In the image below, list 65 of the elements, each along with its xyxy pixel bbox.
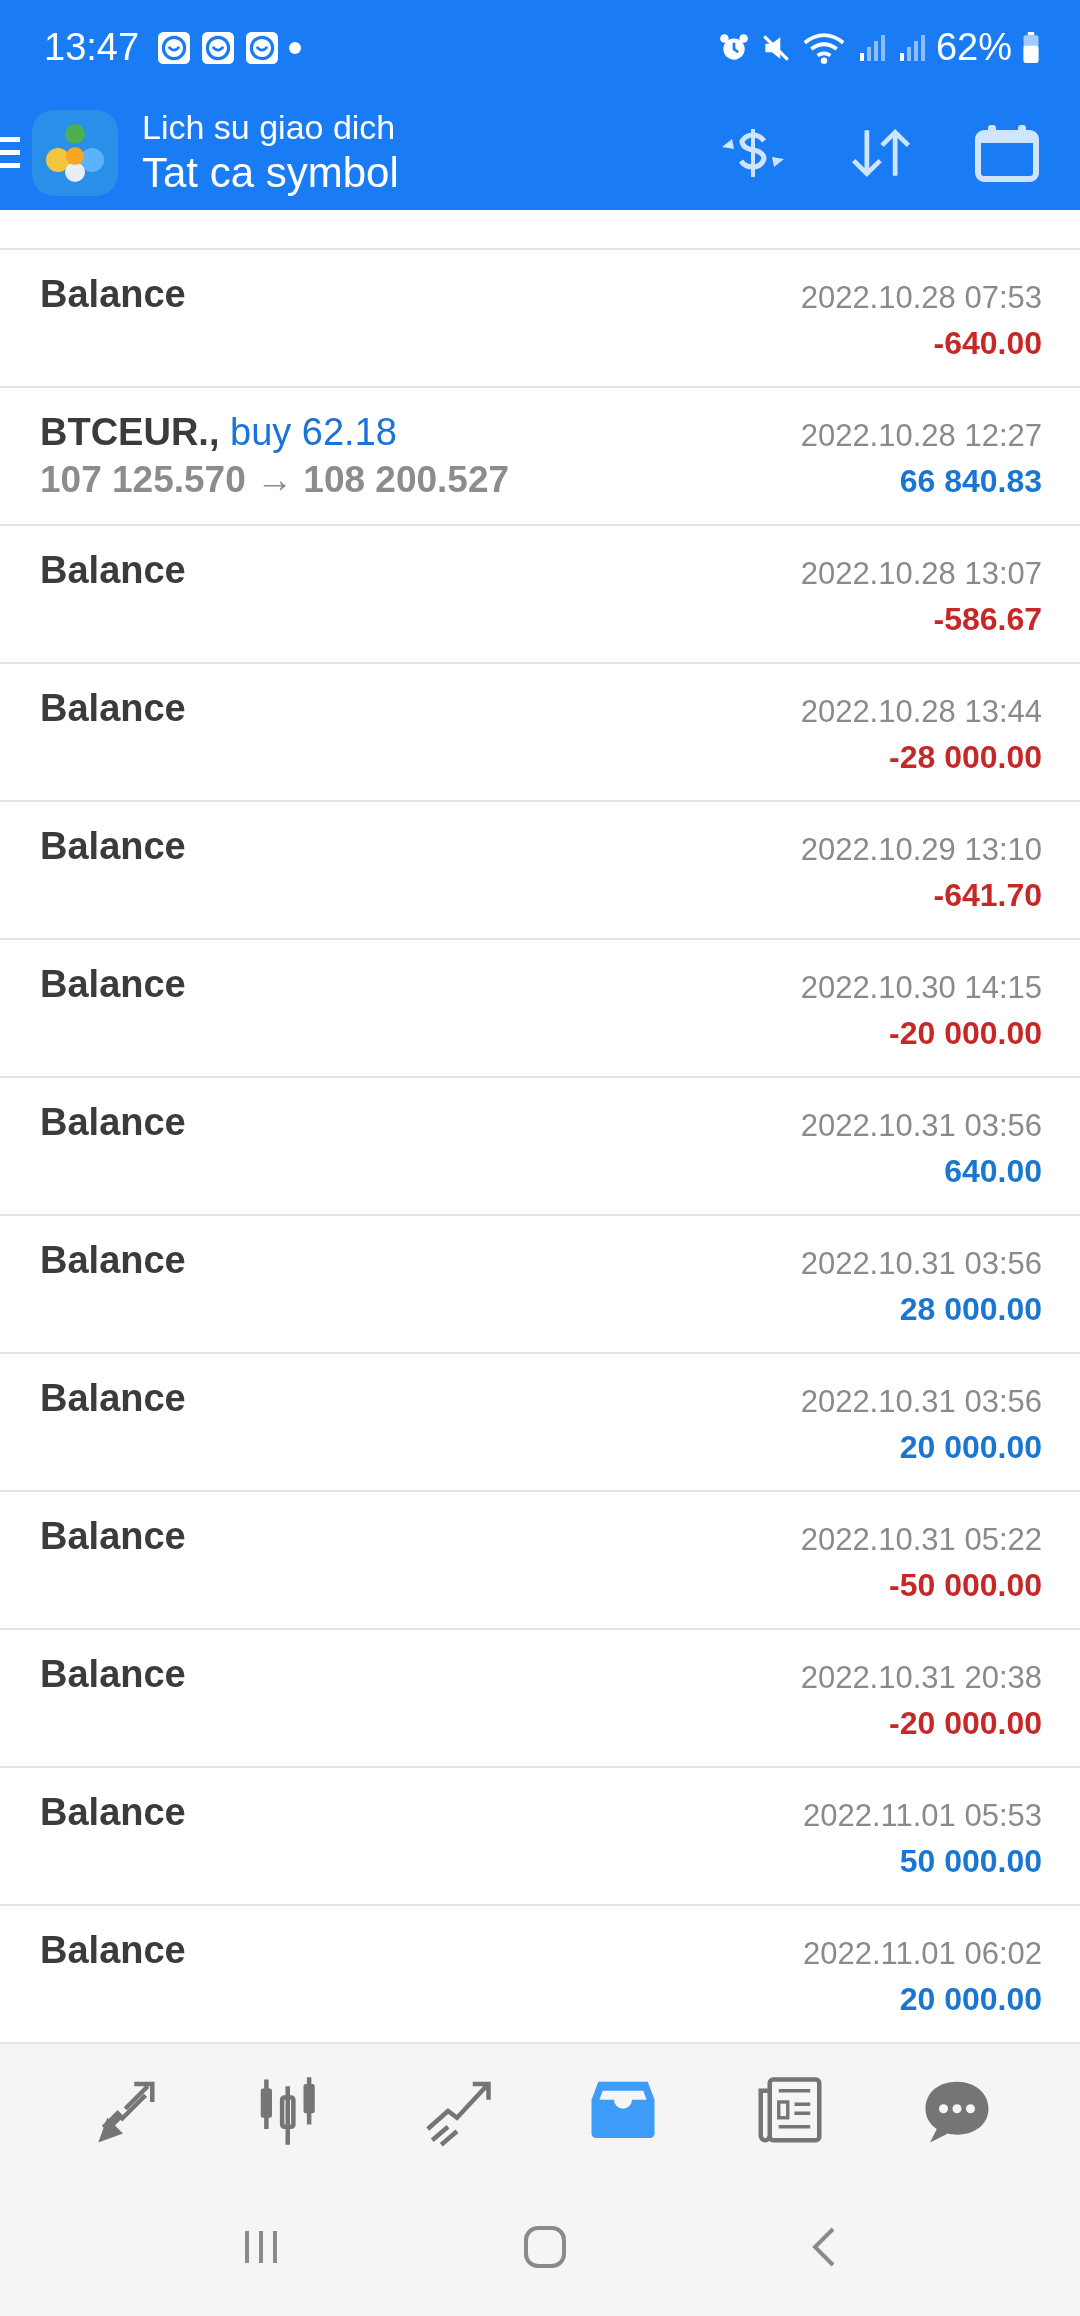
deal-time: 2022.10.28 12:27 — [800, 417, 1042, 455]
deal-row[interactable]: Balance 2022.10.31 03:56 28 000.00 — [0, 1216, 1080, 1354]
deal-type: Balance — [40, 1790, 186, 1835]
deal-type: Balance — [40, 1100, 186, 1145]
home-icon[interactable] — [523, 2225, 567, 2269]
deal-amount: 20 000.00 — [899, 1980, 1042, 2019]
deal-row[interactable]: Balance 2022.10.28 13:44 -28 000.00 — [0, 664, 1080, 802]
deal-type: Balance — [40, 1376, 186, 1421]
wifi-icon — [801, 31, 846, 64]
deal-time: 2022.10.29 13:10 — [800, 831, 1042, 869]
deal-symbol: BTCEUR., buy 62.18 — [40, 410, 398, 455]
deal-prices: 107 125.570 → 108 200.527 — [40, 458, 510, 502]
deal-amount: -641.70 — [933, 876, 1042, 915]
deal-row[interactable]: Balance 2022.10.30 14:15 -20 000.00 — [0, 940, 1080, 1078]
dot-icon — [289, 41, 302, 54]
deal-type: Balance — [40, 1652, 186, 1697]
deal-time: 2022.10.31 20:38 — [800, 1659, 1042, 1697]
deal-time: 2022.10.28 13:44 — [800, 693, 1042, 731]
deal-row[interactable]: BTCEUR., buy 62.18 107 125.570 → 108 200.527 2022.10.28 12:27 66 840.83 — [0, 388, 1080, 526]
deal-type: Balance — [40, 1928, 186, 1973]
deal-row[interactable]: Balance 2022.10.28 13:07 -586.67 — [0, 526, 1080, 664]
deal-row[interactable]: Balance 2022.11.01 05:53 50 000.00 — [0, 1768, 1080, 1906]
deal-amount: -50 000.00 — [889, 1566, 1042, 1605]
deal-type: Balance — [40, 548, 186, 593]
battery-level: 62% — [935, 26, 1012, 69]
deal-time: 2022.11.01 06:02 — [802, 1935, 1042, 1973]
deal-type: Balance — [40, 1238, 186, 1283]
deal-time: 2022.10.31 03:56 — [800, 1107, 1042, 1145]
deal-row[interactable]: Balance 2022.10.29 13:10 -641.70 — [0, 802, 1080, 940]
clock-time: 13:47 — [44, 26, 140, 69]
deal-row[interactable]: Balance 2022.10.31 20:38 -20 000.00 — [0, 1630, 1080, 1768]
deal-amount: -586.67 — [933, 600, 1042, 639]
deal-type: Balance — [40, 1514, 186, 1559]
symbol-filter[interactable]: Tat ca symbol — [142, 146, 718, 199]
deal-amount: 20 000.00 — [899, 1428, 1042, 1467]
deal-amount: -28 000.00 — [889, 738, 1042, 777]
deal-type: Balance — [40, 824, 186, 869]
app-logo-icon[interactable] — [32, 109, 118, 196]
deal-time: 2022.10.31 05:22 — [800, 1521, 1042, 1559]
deal-amount: -20 000.00 — [889, 1704, 1042, 1743]
deal-amount: 640.00 — [944, 1152, 1042, 1191]
deal-type: Balance — [40, 272, 186, 317]
smiley-icon — [201, 30, 236, 65]
battery-icon — [1022, 31, 1040, 64]
screen-title: Lich su giao dich — [142, 106, 397, 147]
smiley-icon — [245, 30, 280, 65]
deal-amount: 50 000.00 — [899, 1842, 1042, 1881]
deal-time: 2022.10.31 03:56 — [800, 1245, 1042, 1283]
calendar-icon[interactable] — [974, 122, 1040, 183]
deal-row[interactable]: Balance 2022.10.31 03:56 640.00 — [0, 1078, 1080, 1216]
deal-row[interactable]: Balance 2022.10.28 07:53 -640.00 — [0, 250, 1080, 388]
deal-amount: 66 840.83 — [899, 462, 1042, 501]
smiley-icon — [157, 30, 192, 65]
deal-amount: 28 000.00 — [899, 1290, 1042, 1329]
deal-amount: -640.00 — [933, 324, 1042, 363]
deal-time: 2022.10.31 03:56 — [800, 1383, 1042, 1421]
deal-time: 2022.10.30 14:15 — [800, 969, 1042, 1007]
deal-type: Balance — [40, 962, 186, 1007]
deal-row[interactable]: Balance 2022.10.31 03:56 20 000.00 — [0, 1354, 1080, 1492]
deal-time: 2022.10.28 13:07 — [800, 555, 1042, 593]
deal-time: 2022.10.28 07:53 — [800, 279, 1042, 317]
deal-amount: -20 000.00 — [889, 1014, 1042, 1053]
deal-row[interactable]: Balance 2022.10.31 05:22 -50 000.00 — [0, 1492, 1080, 1630]
deal-type: Balance — [40, 686, 186, 731]
deal-time: 2022.11.01 05:53 — [802, 1797, 1042, 1835]
